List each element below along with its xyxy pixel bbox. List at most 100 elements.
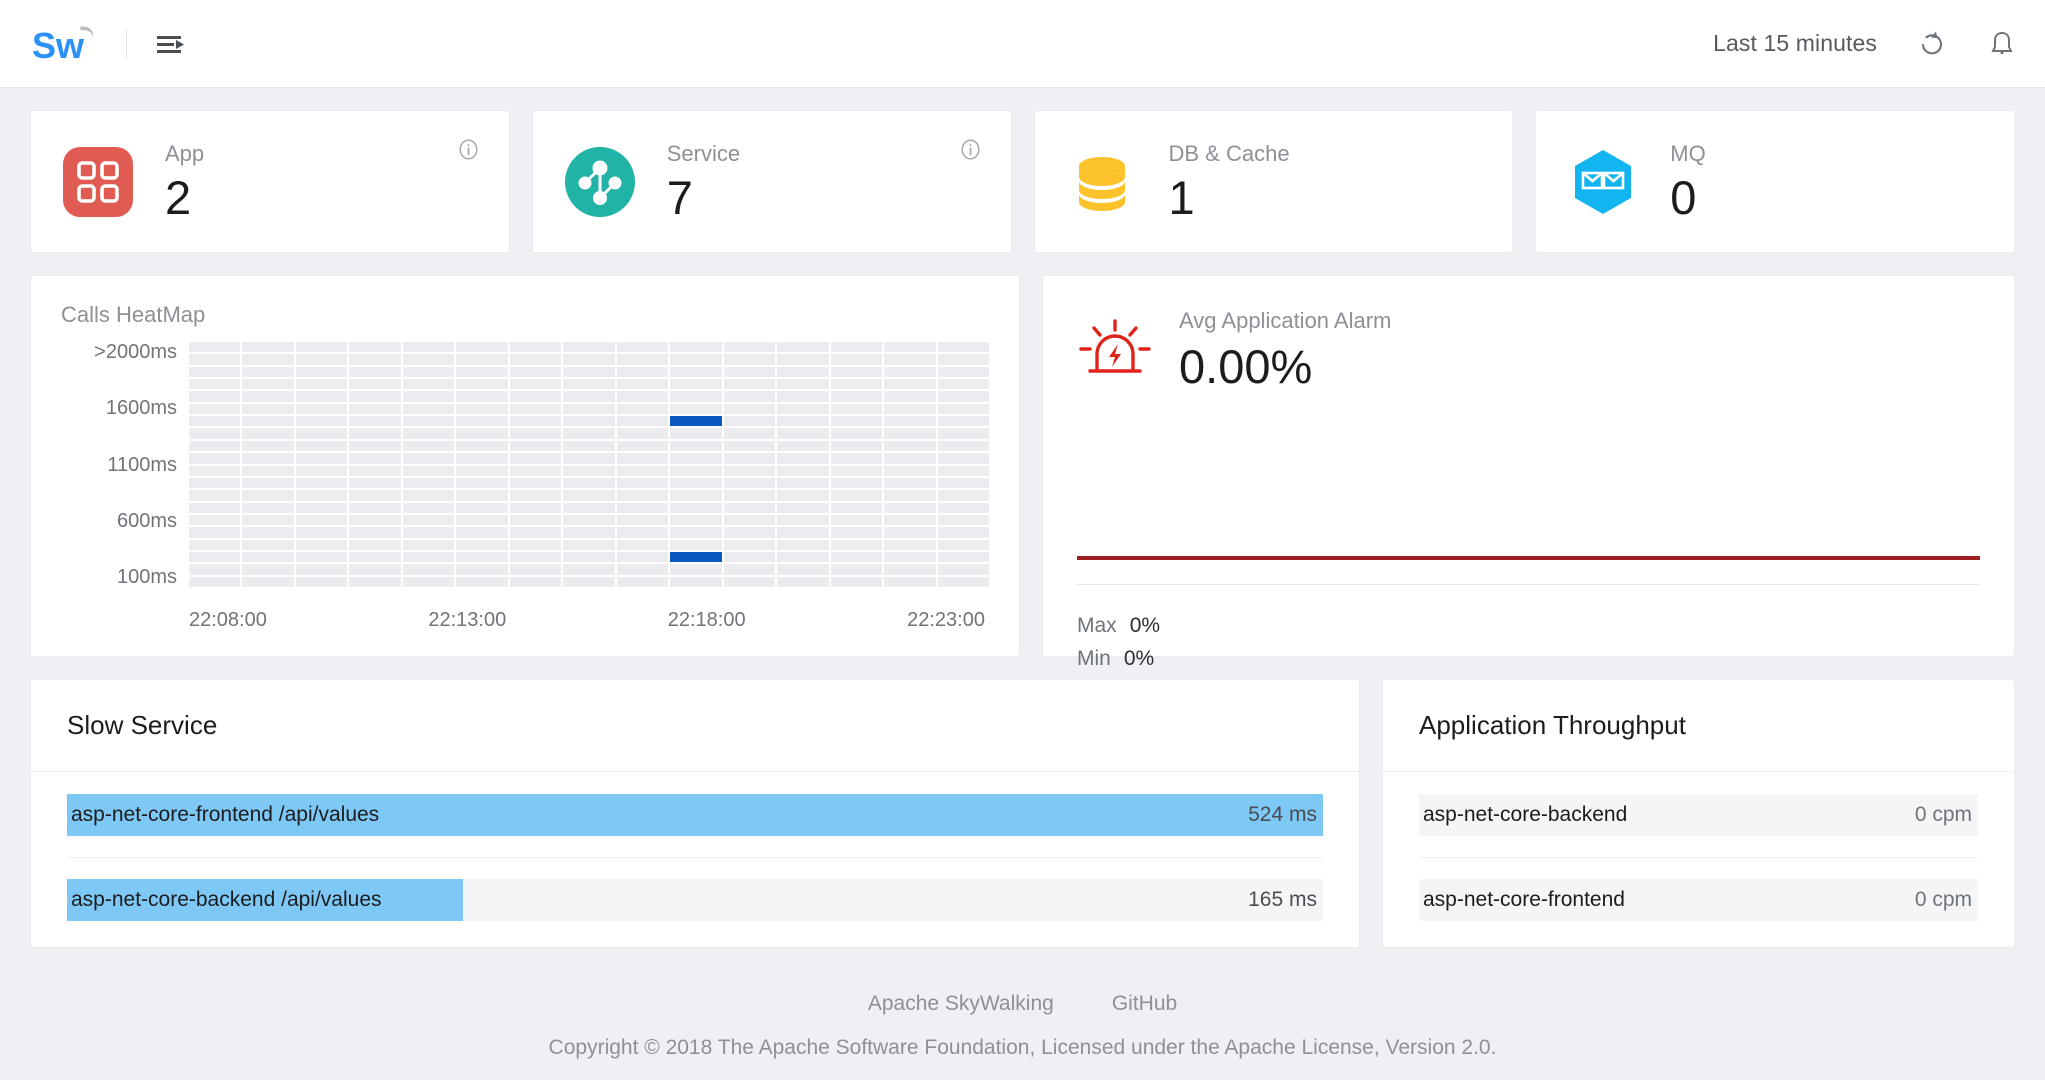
heatmap-cell[interactable] <box>884 428 936 439</box>
heatmap-cell[interactable] <box>563 465 615 476</box>
heatmap-cell[interactable] <box>295 465 348 476</box>
heatmap-cell[interactable] <box>456 502 508 513</box>
heatmap-cell[interactable] <box>723 440 776 452</box>
stat-card-mq[interactable]: MQ 0 <box>1535 110 2015 253</box>
heatmap-cell[interactable] <box>509 416 562 427</box>
heatmap-cell[interactable] <box>189 539 241 550</box>
heatmap-cell[interactable] <box>402 502 455 513</box>
heatmap-cell[interactable] <box>189 465 241 476</box>
heatmap-cell[interactable] <box>616 342 669 353</box>
heatmap-cell[interactable] <box>884 391 936 402</box>
heatmap-cell[interactable] <box>509 379 562 390</box>
heatmap-cell[interactable] <box>723 514 776 526</box>
heatmap-cell[interactable] <box>937 428 989 439</box>
heatmap-cell[interactable] <box>830 539 883 550</box>
heatmap-cell[interactable] <box>295 453 348 464</box>
heatmap-cell[interactable] <box>402 527 455 538</box>
heatmap-cell[interactable] <box>830 576 883 587</box>
list-item[interactable]: asp-net-core-backend 0 cpm <box>1419 794 1978 836</box>
heatmap-cell[interactable] <box>402 477 455 489</box>
heatmap-cell[interactable] <box>884 453 936 464</box>
stat-card-app[interactable]: App 2 <box>30 110 510 253</box>
heatmap-cell[interactable] <box>189 416 241 427</box>
heatmap-cell[interactable] <box>616 453 669 464</box>
heatmap-cell[interactable] <box>937 477 989 489</box>
heatmap-cell[interactable] <box>402 366 455 378</box>
heatmap-cell[interactable] <box>189 551 241 563</box>
heatmap-cell[interactable] <box>295 514 348 526</box>
heatmap-cell[interactable] <box>884 477 936 489</box>
heatmap-cell[interactable] <box>563 514 615 526</box>
heatmap-cell[interactable] <box>884 416 936 427</box>
heatmap-cell[interactable] <box>830 428 883 439</box>
heatmap-cell[interactable] <box>563 379 615 390</box>
heatmap-cell[interactable] <box>937 490 989 501</box>
heatmap-cell[interactable] <box>242 576 294 587</box>
heatmap-cell[interactable] <box>242 391 294 402</box>
heatmap-cell[interactable] <box>723 416 776 427</box>
heatmap-cell[interactable] <box>670 551 722 563</box>
heatmap-cell[interactable] <box>189 514 241 526</box>
heatmap-cell[interactable] <box>349 428 401 439</box>
heatmap-cell[interactable] <box>563 391 615 402</box>
heatmap-cell[interactable] <box>937 416 989 427</box>
heatmap-cell[interactable] <box>777 428 829 439</box>
heatmap-cell[interactable] <box>563 502 615 513</box>
heatmap-cell[interactable] <box>242 539 294 550</box>
heatmap-cell[interactable] <box>670 403 722 415</box>
heatmap-cell[interactable] <box>509 428 562 439</box>
heatmap-cell[interactable] <box>349 539 401 550</box>
heatmap-cell[interactable] <box>456 551 508 563</box>
heatmap-cell[interactable] <box>563 416 615 427</box>
heatmap-cell[interactable] <box>189 366 241 378</box>
heatmap-cell[interactable] <box>616 428 669 439</box>
heatmap-cell[interactable] <box>402 440 455 452</box>
heatmap-cell[interactable] <box>937 354 989 365</box>
heatmap-cell[interactable] <box>670 564 722 575</box>
heatmap-cell[interactable] <box>402 354 455 365</box>
heatmap-cell[interactable] <box>402 416 455 427</box>
list-item[interactable]: asp-net-core-frontend /api/values 524 ms <box>67 794 1323 836</box>
heatmap-cell[interactable] <box>349 477 401 489</box>
heatmap-cell[interactable] <box>670 527 722 538</box>
stat-card-service[interactable]: Service 7 <box>531 110 1012 253</box>
heatmap-cell[interactable] <box>509 391 562 402</box>
heatmap-cell[interactable] <box>242 342 294 353</box>
heatmap-cell[interactable] <box>509 527 562 538</box>
heatmap-cell[interactable] <box>509 502 562 513</box>
list-item[interactable]: asp-net-core-frontend 0 cpm <box>1419 879 1978 921</box>
heatmap-cell[interactable] <box>616 551 669 563</box>
heatmap-cell[interactable] <box>509 514 562 526</box>
heatmap-cell[interactable] <box>884 465 936 476</box>
heatmap-cell[interactable] <box>402 490 455 501</box>
heatmap-cell[interactable] <box>884 440 936 452</box>
heatmap-cell[interactable] <box>242 551 294 563</box>
heatmap-cell[interactable] <box>830 465 883 476</box>
heatmap-cell[interactable] <box>937 366 989 378</box>
heatmap-cell[interactable] <box>242 354 294 365</box>
heatmap-cell[interactable] <box>884 366 936 378</box>
heatmap-cell[interactable] <box>670 428 722 439</box>
heatmap-cell[interactable] <box>456 440 508 452</box>
heatmap-cell[interactable] <box>402 403 455 415</box>
heatmap-cell[interactable] <box>616 391 669 402</box>
heatmap-cell[interactable] <box>349 576 401 587</box>
heatmap-cell[interactable] <box>830 440 883 452</box>
heatmap-cell[interactable] <box>456 564 508 575</box>
heatmap-cell[interactable] <box>349 379 401 390</box>
heatmap-cell[interactable] <box>670 502 722 513</box>
heatmap-cell[interactable] <box>242 527 294 538</box>
heatmap-cell[interactable] <box>884 539 936 550</box>
heatmap-cell[interactable] <box>723 490 776 501</box>
heatmap-cell[interactable] <box>189 440 241 452</box>
heatmap-cell[interactable] <box>189 490 241 501</box>
heatmap-cell[interactable] <box>830 514 883 526</box>
heatmap-cell[interactable] <box>563 527 615 538</box>
heatmap-cell[interactable] <box>670 342 722 353</box>
heatmap-cell[interactable] <box>777 391 829 402</box>
heatmap-cell[interactable] <box>242 564 294 575</box>
heatmap-cell[interactable] <box>723 564 776 575</box>
heatmap-cell[interactable] <box>777 453 829 464</box>
heatmap-cell[interactable] <box>242 490 294 501</box>
heatmap-cell[interactable] <box>456 342 508 353</box>
